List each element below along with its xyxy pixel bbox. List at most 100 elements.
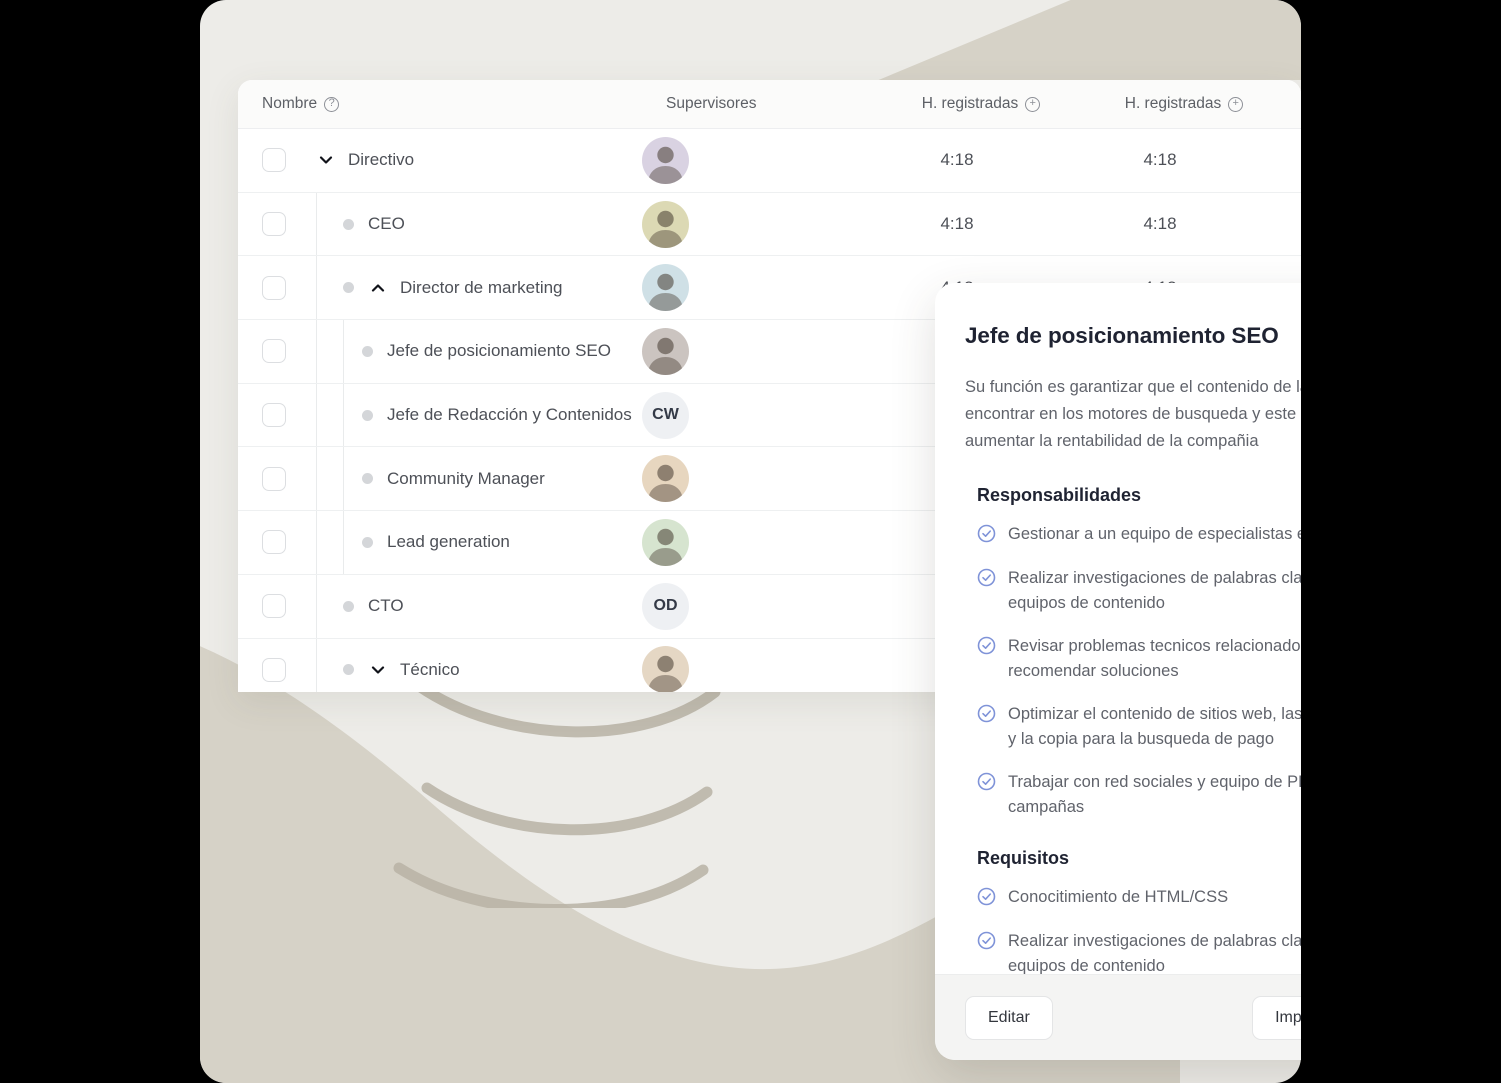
edit-button[interactable]: Editar xyxy=(965,995,1053,1040)
row-checkbox[interactable] xyxy=(262,403,286,428)
row-hours-registered-1: 4:18 xyxy=(940,150,974,170)
plus-circle-icon[interactable]: + xyxy=(1025,96,1041,112)
column-header-horas-1[interactable]: H. registradas + xyxy=(878,95,1084,113)
row-name-label: Lead generation xyxy=(387,532,510,552)
row-checkbox[interactable] xyxy=(262,466,286,491)
chevron-down-icon[interactable] xyxy=(316,150,336,170)
row-name-cell: CEO xyxy=(238,192,642,256)
row-hours-registered-2: 4:18 xyxy=(1143,150,1177,170)
row-supervisor-cell: CW xyxy=(642,391,854,439)
modal-body: Jefe de posicionamiento SEO Su función e… xyxy=(935,283,1301,974)
column-header-nombre[interactable]: Nombre ? xyxy=(238,95,666,113)
row-hours-registered-2: 4:18 xyxy=(1143,214,1177,234)
avatar[interactable] xyxy=(642,264,689,312)
row-hours-registered-1: 4:18 xyxy=(940,214,974,234)
row-name-label: CTO xyxy=(368,596,404,616)
row-supervisor-cell xyxy=(642,200,854,248)
check-circle-icon xyxy=(977,524,996,548)
row-name-label: Community Manager xyxy=(387,468,545,488)
column-header-supervisores[interactable]: Supervisores xyxy=(666,95,878,113)
row-supervisor-cell xyxy=(642,327,854,375)
avatar[interactable] xyxy=(642,136,689,184)
indent-rail xyxy=(316,638,317,692)
indent-rail xyxy=(316,320,317,383)
modal-sections: Responsabilidades Gestionar a un equipo d… xyxy=(965,485,1301,974)
help-circle-icon[interactable]: ? xyxy=(324,96,340,112)
column-header-horas-2[interactable]: H. registradas + xyxy=(1084,95,1284,113)
list-item-label: Conocitimiento de HTML/CSS xyxy=(1008,888,1229,906)
row-name-cell: Director de marketing xyxy=(238,256,642,320)
avatar-photo-icon xyxy=(648,210,683,248)
avatar[interactable] xyxy=(642,455,689,503)
list-item-label: Optimizar el contenido de sitios web, la… xyxy=(1008,705,1301,748)
row-checkbox[interactable] xyxy=(262,594,286,619)
row-bullet-icon xyxy=(343,600,354,612)
row-checkbox[interactable] xyxy=(262,212,286,237)
indent-rail xyxy=(343,511,344,574)
row-bullet-icon xyxy=(343,282,354,294)
row-checkbox[interactable] xyxy=(262,339,286,364)
table-row[interactable]: Directivo 4:18 4:18 xyxy=(238,129,1301,193)
modal-footer: Editar Imprimir Aceptar xyxy=(935,974,1301,1060)
avatar[interactable] xyxy=(642,646,689,692)
row-supervisor-cell xyxy=(642,264,854,312)
row-bullet-icon xyxy=(343,218,354,230)
list-item: Gestionar a un equipo de especialistas e… xyxy=(977,522,1301,548)
row-name-cell: Jefe de posicionamiento SEO xyxy=(238,320,642,383)
row-name-label: Técnico xyxy=(400,659,460,679)
job-description-modal: Jefe de posicionamiento SEO Su función e… xyxy=(935,283,1301,1060)
list-item: Conocitimiento de HTML/CSS xyxy=(977,885,1301,911)
row-name-cell: CTO xyxy=(238,574,642,638)
avatar-initials[interactable]: CW xyxy=(642,391,689,439)
list-item: Optimizar el contenido de sitios web, la… xyxy=(977,702,1301,752)
row-name-cell: Jefe de Redacción y Contenidos xyxy=(238,383,642,447)
row-checkbox[interactable] xyxy=(262,530,286,555)
table-row[interactable]: CEO 4:18 4:18 xyxy=(238,192,1301,257)
check-circle-icon xyxy=(977,704,996,728)
row-name-cell: Técnico xyxy=(238,638,642,692)
avatar[interactable] xyxy=(642,518,689,566)
section-checklist: Gestionar a un equipo de especialistas e… xyxy=(977,522,1301,820)
row-checkbox[interactable] xyxy=(262,657,286,682)
row-name-label: Director de marketing xyxy=(400,277,563,297)
row-supervisor-cell xyxy=(642,455,854,503)
column-header-nombre-label: Nombre xyxy=(262,95,318,112)
modal-title: Jefe de posicionamiento SEO xyxy=(965,323,1279,348)
row-name-label: Jefe de Redacción y Contenidos xyxy=(387,405,632,425)
list-item-label: Revisar problemas tecnicos relacionados … xyxy=(1008,637,1301,680)
column-header-supervisores-label: Supervisores xyxy=(666,95,757,112)
list-item: Trabajar con red sociales y equipo de PP… xyxy=(977,770,1301,820)
row-bullet-icon xyxy=(362,473,373,485)
avatar-photo-icon xyxy=(648,465,683,503)
chevron-up-icon[interactable] xyxy=(368,278,388,298)
row-name-label: Directivo xyxy=(348,150,415,170)
row-checkbox[interactable] xyxy=(262,275,286,300)
avatar[interactable] xyxy=(642,200,689,248)
modal-description: Su función es garantizar que el contenid… xyxy=(965,378,1301,450)
indent-rail xyxy=(343,383,344,447)
row-checkbox[interactable] xyxy=(262,148,286,173)
check-circle-icon xyxy=(977,568,996,592)
avatar-photo-icon xyxy=(648,146,683,184)
print-button[interactable]: Imprimir xyxy=(1252,995,1301,1040)
avatar-photo-icon xyxy=(648,656,683,692)
avatar-photo-icon xyxy=(648,528,683,566)
list-item: Realizar investigaciones de palabras cla… xyxy=(977,566,1301,616)
row-supervisor-cell xyxy=(642,646,854,692)
check-circle-icon xyxy=(977,931,996,955)
check-circle-icon xyxy=(977,636,996,660)
indent-rail xyxy=(316,383,317,447)
indent-rail xyxy=(343,447,344,511)
plus-circle-icon[interactable]: + xyxy=(1228,96,1244,112)
row-name-cell: Directivo xyxy=(238,129,642,192)
indent-rail xyxy=(316,192,317,256)
column-header-horas-2-label: H. registradas xyxy=(1124,95,1222,112)
table-header-row: Nombre ? Supervisores H. registradas + H… xyxy=(238,80,1301,129)
list-item: Revisar problemas tecnicos relacionados … xyxy=(977,634,1301,684)
row-supervisor-cell xyxy=(642,518,854,566)
avatar-initials[interactable]: OD xyxy=(642,582,689,630)
list-item-label: Realizar investigaciones de palabras cla… xyxy=(1008,932,1301,974)
avatar[interactable] xyxy=(642,327,689,375)
chevron-down-icon[interactable] xyxy=(368,660,388,680)
row-name-cell: Lead generation xyxy=(238,511,642,574)
